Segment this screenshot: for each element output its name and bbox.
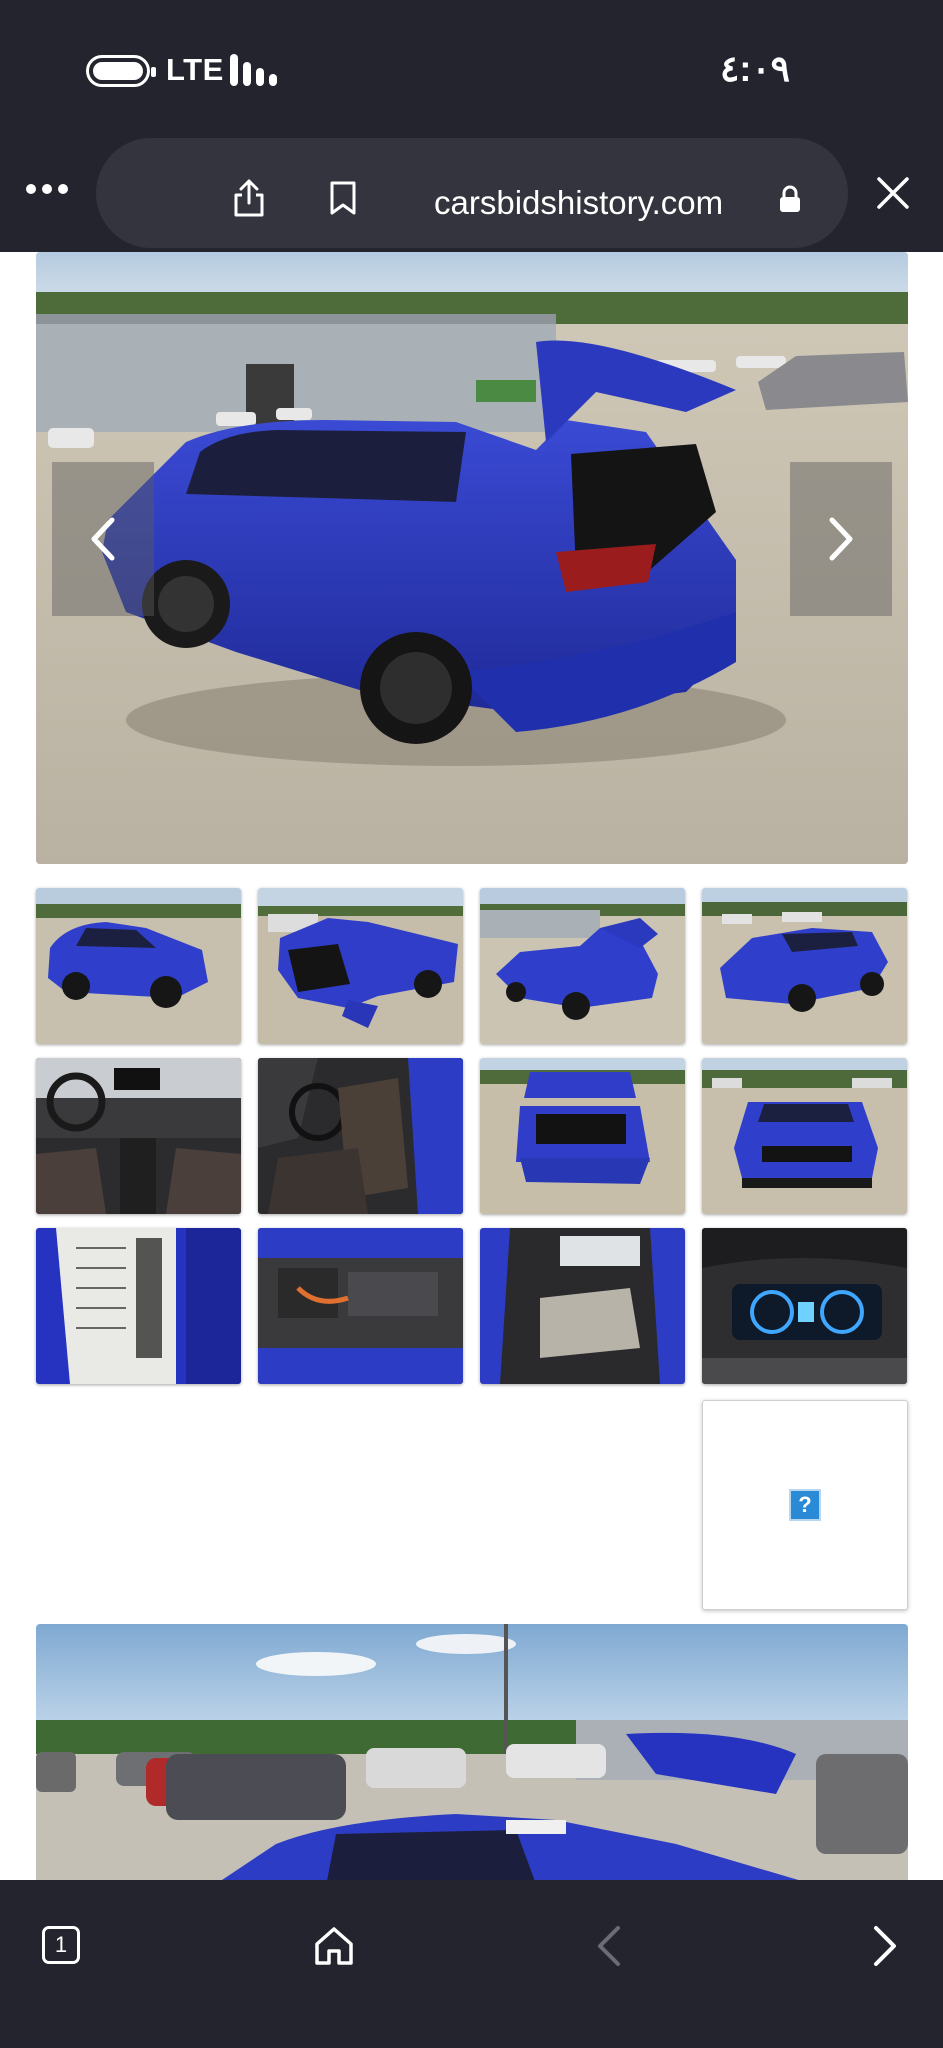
next-photo-button[interactable] — [790, 462, 892, 616]
thumbnail[interactable] — [36, 888, 241, 1044]
thumbnail[interactable] — [258, 1228, 463, 1384]
thumbnail[interactable] — [480, 888, 685, 1044]
network-label: LTE — [166, 52, 224, 87]
rear-seats-interior — [480, 1228, 685, 1384]
thumbnail[interactable] — [480, 1228, 685, 1384]
missing-image-icon: ? — [789, 1489, 821, 1521]
bookmark-icon[interactable] — [328, 180, 358, 216]
blue-sedan-rear-damage-photo — [36, 252, 908, 864]
lock-icon — [780, 185, 800, 212]
thumbnail[interactable] — [36, 1058, 241, 1214]
thumbnail[interactable] — [702, 1228, 907, 1384]
close-icon[interactable] — [876, 176, 910, 210]
home-icon[interactable] — [312, 1924, 356, 1968]
status-bar: LTE ٤:٠٩ — [0, 0, 943, 130]
browser-top-bar: carsbidshistory.com — [0, 130, 943, 252]
missing-image-placeholder[interactable]: ? — [702, 1400, 908, 1610]
thumbnail[interactable] — [258, 888, 463, 1044]
status-time: ٤:٠٩ — [720, 48, 790, 89]
front-left-view — [36, 888, 241, 1044]
thumbnail[interactable] — [702, 1058, 907, 1214]
prev-arrow-icon — [91, 517, 115, 561]
open-trunk-rear — [480, 1058, 685, 1214]
share-icon[interactable] — [232, 178, 266, 218]
dashboard-interior — [36, 1058, 241, 1214]
thumbnail[interactable] — [258, 1058, 463, 1214]
door-label-sticker — [36, 1228, 241, 1384]
front-grille-view — [702, 1058, 907, 1214]
prev-photo-button[interactable] — [52, 462, 154, 616]
front-right-view — [702, 888, 907, 1044]
back-icon[interactable] — [592, 1924, 628, 1968]
lot-front-view-with-cars — [36, 1624, 908, 1880]
more-icon[interactable] — [26, 184, 68, 196]
thumbnail[interactable] — [36, 1228, 241, 1384]
forward-icon[interactable] — [866, 1924, 902, 1968]
front-seats-interior — [258, 1058, 463, 1214]
page-content: ? — [0, 252, 943, 1880]
address-bar[interactable]: carsbidshistory.com — [96, 138, 848, 248]
signal-icon — [230, 54, 290, 86]
thumbnail[interactable] — [702, 888, 907, 1044]
rear-damage-view — [258, 888, 463, 1044]
lot-photo[interactable] — [36, 1624, 908, 1880]
next-arrow-icon — [829, 517, 853, 561]
main-car-photo[interactable] — [36, 252, 908, 864]
rear-left-view — [480, 888, 685, 1044]
browser-bottom-bar: 1 — [0, 1880, 943, 2048]
url-text[interactable]: carsbidshistory.com — [434, 184, 723, 222]
thumbnail[interactable] — [480, 1058, 685, 1214]
engine-bay — [258, 1228, 463, 1384]
instrument-cluster — [702, 1228, 907, 1384]
battery-icon — [86, 55, 156, 87]
tabs-icon[interactable]: 1 — [42, 1926, 80, 1964]
